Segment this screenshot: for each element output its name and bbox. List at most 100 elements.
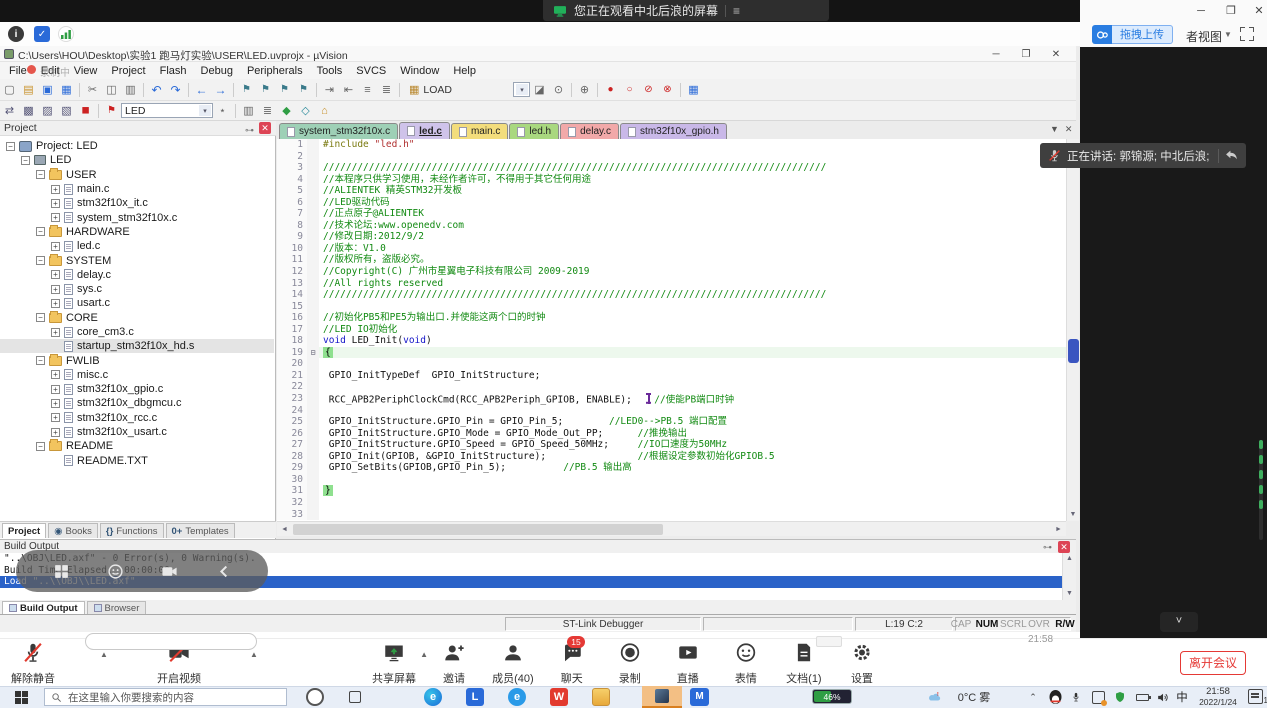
tree-item-fwlib[interactable]: −FWLIB: [0, 353, 274, 367]
code-line-25[interactable]: 25 GPIO_InitStructure.GPIO_Pin = GPIO_Pi…: [277, 416, 1066, 428]
editor-tab-system-stm32f10x-c[interactable]: system_stm32f10x.c: [279, 123, 398, 139]
tree-item-stm32f10x-rcc-c[interactable]: +stm32f10x_rcc.c: [0, 411, 274, 425]
watching-banner[interactable]: 您正在观看中北后浪的屏幕 ≡: [543, 0, 829, 21]
signal-bars-icon[interactable]: [58, 26, 74, 42]
tree-expand-box[interactable]: +: [51, 299, 60, 308]
defender-shield-icon[interactable]: ✓: [34, 26, 50, 42]
code-line-18[interactable]: 18void LED_Init(void): [277, 335, 1066, 347]
rebuild-icon[interactable]: ▨: [39, 103, 56, 119]
button-record[interactable]: 录制: [610, 642, 650, 686]
weather-text[interactable]: 0°C 雾: [946, 686, 1002, 708]
code-line-7[interactable]: 7//正点原子@ALIENTEK: [277, 208, 1066, 220]
code-line-26[interactable]: 26 GPIO_InitStructure.GPIO_Mode = GPIO_M…: [277, 428, 1066, 440]
tree-expand-box[interactable]: +: [51, 413, 60, 422]
taskbar-clock[interactable]: 21:58 2022/1/24: [1192, 687, 1244, 707]
code-line-2[interactable]: 2: [277, 151, 1066, 163]
lenovo-app-icon[interactable]: L: [466, 688, 484, 706]
code-line-22[interactable]: 22: [277, 381, 1066, 393]
bookmark-next-icon[interactable]: ⚑: [276, 82, 293, 98]
window-minimize-button[interactable]: ─: [1190, 4, 1212, 19]
find-icon[interactable]: ⊙: [550, 82, 567, 98]
grid-icon[interactable]: ▦: [685, 82, 702, 98]
build-output-scrollbar[interactable]: ▲ ▼: [1062, 553, 1076, 600]
magnify-icon[interactable]: ⊕: [576, 82, 593, 98]
uvision-title-bar[interactable]: C:\Users\HOU\Desktop\实验1 跑马灯实验\USER\LED.…: [0, 46, 1076, 62]
caret-up-icon[interactable]: ▲: [420, 650, 428, 659]
batch-icon[interactable]: ▧: [58, 103, 75, 119]
button-emoji[interactable]: 表情: [726, 642, 766, 686]
tree-expand-box[interactable]: −: [36, 256, 45, 265]
code-line-12[interactable]: 12//Copyright(C) 广州市星翼电子科技有限公司 2009-2019: [277, 266, 1066, 278]
bp-gray-icon[interactable]: ○: [621, 82, 638, 98]
menu-project[interactable]: Project: [104, 65, 152, 77]
scroll-up-icon[interactable]: ▲: [1063, 553, 1076, 565]
caret-up-icon[interactable]: ▲: [250, 650, 258, 659]
emoji-icon[interactable]: [107, 563, 124, 580]
leave-meeting-button[interactable]: 离开会议: [1180, 651, 1246, 675]
wand-icon[interactable]: ⋆: [214, 103, 231, 119]
tree-item-sys-c[interactable]: +sys.c: [0, 282, 274, 296]
code-line-10[interactable]: 10//版本：V1.0: [277, 243, 1066, 255]
window-maximize-button[interactable]: ❐: [1220, 4, 1242, 19]
uncomment-icon[interactable]: ≣: [378, 82, 395, 98]
tab-close-icon[interactable]: ✕: [1065, 124, 1073, 135]
panel-tab-templates[interactable]: 0+Templates: [166, 523, 235, 538]
editor-horizontal-scrollbar[interactable]: ◄ ►: [277, 521, 1066, 536]
code-line-5[interactable]: 5//ALIENTEK 精英STM32开发板: [277, 185, 1066, 197]
code-line-16[interactable]: 16//初始化PB5和PE5为输出口.并使能这两个口的时钟: [277, 312, 1066, 324]
tree-expand-box[interactable]: −: [36, 356, 45, 365]
bookmark-prev-icon[interactable]: ⚑: [257, 82, 274, 98]
pack2-icon[interactable]: ◇: [297, 103, 314, 119]
home-icon[interactable]: ⌂: [316, 103, 333, 119]
build-tab-browser[interactable]: Browser: [87, 601, 147, 614]
tree-item-main-c[interactable]: +main.c: [0, 182, 274, 196]
code-line-9[interactable]: 9//修改日期:2012/9/2: [277, 231, 1066, 243]
button-live[interactable]: 直播: [668, 642, 708, 686]
caret-up-icon[interactable]: ▲: [100, 650, 108, 659]
cut-icon[interactable]: ✂: [84, 82, 101, 98]
scroll-down-icon[interactable]: ▼: [1067, 508, 1079, 521]
meeting-floating-bubble[interactable]: [16, 550, 268, 592]
menu-flash[interactable]: Flash: [153, 65, 194, 77]
button-invite[interactable]: 邀请: [434, 642, 474, 686]
tree-item-led-c[interactable]: +led.c: [0, 239, 274, 253]
code-line-11[interactable]: 11//版权所有，盗版必究。: [277, 254, 1066, 266]
save-all-icon[interactable]: ▦: [58, 82, 75, 98]
tree-item-startup-stm32f10x-hd-s[interactable]: startup_stm32f10x_hd.s: [0, 339, 274, 353]
cortana-icon[interactable]: [306, 688, 324, 706]
tree-item-system-stm32f10x-c[interactable]: +system_stm32f10x.c: [0, 210, 274, 224]
editor-hscroll-thumb[interactable]: [293, 524, 663, 535]
tray-expand-icon[interactable]: ⌃: [1026, 686, 1040, 708]
tree-expand-box[interactable]: +: [51, 285, 60, 294]
panel-tab-functions[interactable]: {}Functions: [100, 523, 164, 538]
uvision-close-button[interactable]: ✕: [1044, 48, 1068, 61]
code-editor[interactable]: 1#include "led.h"23/////////////////////…: [277, 139, 1066, 521]
load-button[interactable]: ▦LOAD: [403, 83, 458, 96]
button-doc[interactable]: 文档(1): [784, 642, 824, 686]
menu-window[interactable]: Window: [393, 65, 446, 77]
ime-indicator[interactable]: 中: [1174, 686, 1190, 708]
panel-tab-project[interactable]: Project: [2, 523, 46, 538]
tree-expand-box[interactable]: +: [51, 199, 60, 208]
paste-icon[interactable]: ▥: [122, 82, 139, 98]
tree-item-system[interactable]: −SYSTEM: [0, 253, 274, 267]
build-tab-build-output[interactable]: Build Output: [2, 601, 85, 614]
code-line-8[interactable]: 8//技术论坛:www.openedv.com: [277, 220, 1066, 232]
drag-upload-overlay[interactable]: 拖拽上传: [1092, 25, 1173, 44]
code-line-17[interactable]: 17//LED IO初始化: [277, 324, 1066, 336]
browser-2345-icon[interactable]: e: [508, 688, 526, 706]
tree-expand-box[interactable]: +: [51, 385, 60, 394]
code-line-29[interactable]: 29 GPIO_SetBits(GPIOB,GPIO_Pin_5); //PB.…: [277, 462, 1066, 474]
menu-tools[interactable]: Tools: [310, 65, 350, 77]
tree-expand-box[interactable]: +: [51, 270, 60, 279]
tree-item-misc-c[interactable]: +misc.c: [0, 368, 274, 382]
edge-icon[interactable]: e: [424, 688, 442, 706]
code-line-27[interactable]: 27 GPIO_InitStructure.GPIO_Speed = GPIO_…: [277, 439, 1066, 451]
code-line-15[interactable]: 15: [277, 301, 1066, 313]
qq-icon[interactable]: [1046, 686, 1064, 708]
code-line-21[interactable]: 21 GPIO_InitTypeDef GPIO_InitStructure;: [277, 370, 1066, 382]
wps-icon[interactable]: W: [550, 688, 568, 706]
editor-tab-stm32f10x-gpio-h[interactable]: stm32f10x_gpio.h: [620, 123, 727, 139]
editor-tab-led-h[interactable]: led.h: [509, 123, 559, 139]
code-line-33[interactable]: 33: [277, 509, 1066, 521]
